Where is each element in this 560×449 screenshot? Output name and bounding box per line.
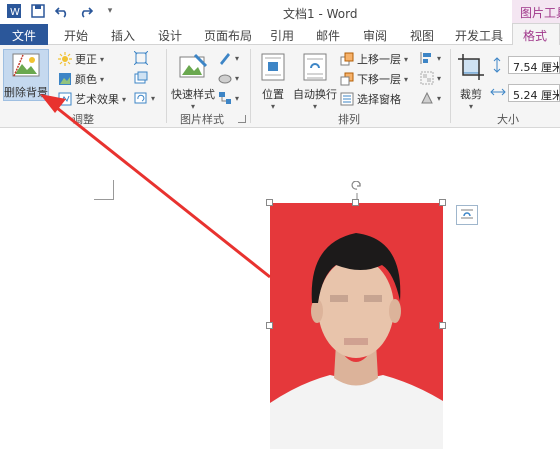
annotation-arrow (40, 94, 271, 279)
